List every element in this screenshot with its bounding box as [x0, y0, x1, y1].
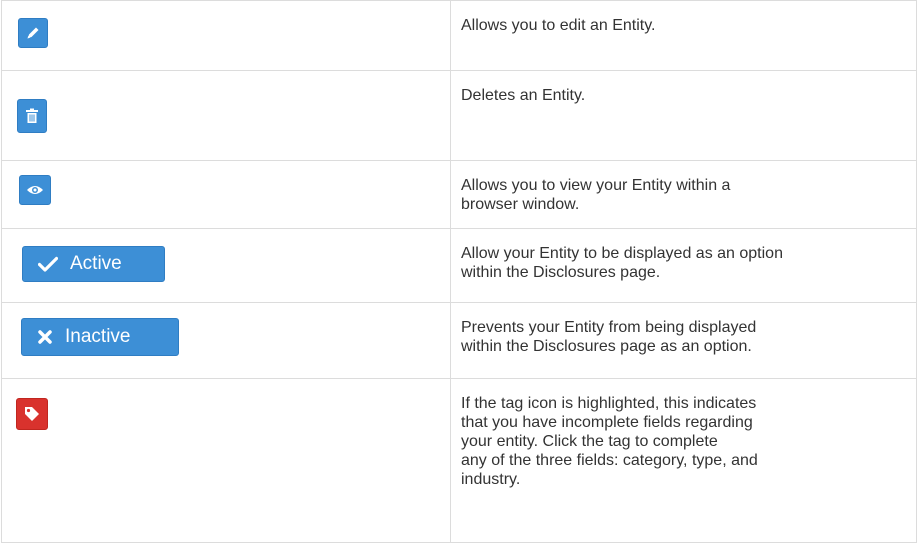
icon-cell: Active — [1, 228, 451, 303]
active-button[interactable]: Active — [22, 246, 165, 282]
table-row: Allows you to view your Entity within a … — [1, 160, 917, 229]
x-icon — [38, 330, 52, 344]
description-cell: Deletes an Entity. — [450, 70, 917, 161]
trash-icon — [26, 108, 38, 123]
delete-button[interactable] — [17, 99, 47, 133]
edit-button[interactable] — [18, 18, 48, 48]
view-button[interactable] — [19, 175, 51, 205]
tag-button[interactable] — [16, 398, 48, 430]
inactive-button-label: Inactive — [65, 326, 131, 347]
active-button-label: Active — [70, 253, 122, 274]
icon-cell — [1, 70, 451, 161]
icon-cell: Inactive — [1, 302, 451, 379]
icon-cell — [1, 378, 451, 543]
eye-icon — [27, 186, 43, 194]
description-cell: Allows you to edit an Entity. — [450, 0, 917, 71]
table-row: Deletes an Entity. — [1, 70, 917, 161]
description-cell: Allows you to view your Entity within a … — [450, 160, 917, 229]
tag-icon — [25, 407, 39, 421]
icon-cell — [1, 0, 451, 71]
inactive-button[interactable]: Inactive — [21, 318, 179, 356]
description-cell: Prevents your Entity from being displaye… — [450, 302, 917, 379]
table-row: If the tag icon is highlighted, this ind… — [1, 378, 917, 543]
table-row: Active Allow your Entity to be displayed… — [1, 228, 917, 303]
table-row: Inactive Prevents your Entity from being… — [1, 302, 917, 379]
description-cell: Allow your Entity to be displayed as an … — [450, 228, 917, 303]
description-cell: If the tag icon is highlighted, this ind… — [450, 378, 917, 543]
check-icon — [38, 256, 58, 272]
icon-legend-table: Allows you to edit an Entity. Deletes an… — [1, 0, 917, 543]
pencil-icon — [27, 27, 39, 39]
icon-cell — [1, 160, 451, 229]
table-row: Allows you to edit an Entity. — [1, 0, 917, 71]
